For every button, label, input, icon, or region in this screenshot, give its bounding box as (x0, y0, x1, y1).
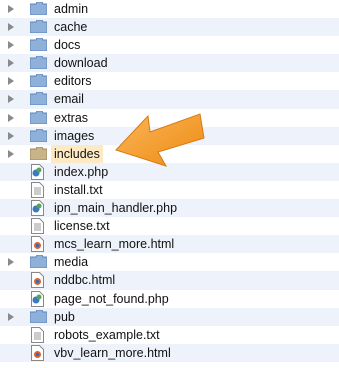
disclosure-triangle-icon[interactable] (8, 77, 14, 86)
list-item[interactable]: nddbc.html (0, 271, 339, 290)
disclosure-triangle-icon[interactable] (8, 59, 14, 68)
disclosure-triangle-icon[interactable] (8, 23, 14, 32)
list-item[interactable]: admin (0, 0, 339, 18)
list-item[interactable]: license.txt (0, 217, 339, 235)
text-file-icon (31, 326, 44, 343)
list-item[interactable]: docs (0, 36, 339, 54)
item-label: editors (54, 74, 92, 89)
item-label: media (54, 255, 89, 270)
list-item[interactable]: download (0, 54, 339, 73)
item-label: cache (54, 20, 88, 35)
item-label: pub (54, 309, 75, 324)
folder-icon (30, 20, 47, 34)
text-file-icon (31, 181, 44, 198)
callout-arrow-icon (115, 113, 205, 167)
list-item[interactable]: ipn_main_handler.php (0, 199, 339, 218)
folder-icon (30, 2, 47, 15)
html-file-icon (31, 272, 44, 289)
disclosure-triangle-icon[interactable] (8, 149, 14, 158)
list-item[interactable]: editors (0, 72, 339, 90)
item-label: docs (54, 38, 81, 53)
disclosure-triangle-icon[interactable] (8, 312, 14, 321)
folder-icon (30, 74, 47, 88)
item-label: email (54, 92, 84, 107)
item-label: nddbc.html (54, 273, 116, 288)
item-label: extras (54, 110, 89, 125)
disclosure-triangle-icon[interactable] (8, 5, 14, 13)
item-label: license.txt (54, 219, 110, 234)
item-label: images (54, 128, 95, 143)
item-label: vbv_learn_more.html (54, 345, 171, 360)
disclosure-triangle-icon[interactable] (8, 41, 14, 50)
item-label: index.php (54, 164, 109, 179)
item-label: mcs_learn_more.html (54, 237, 175, 252)
list-item[interactable]: robots_example.txt (0, 326, 339, 344)
list-item[interactable]: email (0, 90, 339, 109)
item-label: download (54, 56, 108, 71)
list-item[interactable]: install.txt (0, 181, 339, 199)
item-label: includes (51, 144, 103, 163)
folder-icon (30, 56, 47, 70)
folder-icon (30, 92, 47, 106)
item-label: robots_example.txt (54, 327, 160, 342)
folder-icon (30, 128, 47, 142)
item-label: admin (54, 2, 89, 16)
php-file-icon (31, 163, 44, 180)
disclosure-triangle-icon[interactable] (8, 113, 14, 122)
disclosure-triangle-icon[interactable] (8, 258, 14, 267)
list-item[interactable]: pub (0, 307, 339, 326)
list-item[interactable]: media (0, 253, 339, 271)
list-item[interactable]: cache (0, 18, 339, 37)
folder-icon (30, 38, 47, 52)
item-label: ipn_main_handler.php (54, 201, 178, 216)
folder-icon (30, 255, 47, 269)
disclosure-triangle-icon[interactable] (8, 95, 14, 104)
folder-icon (30, 309, 47, 323)
folder-icon (30, 146, 47, 160)
folder-icon (30, 110, 47, 124)
text-file-icon (31, 218, 44, 235)
html-file-icon (31, 344, 44, 361)
list-item[interactable]: mcs_learn_more.html (0, 235, 339, 254)
html-file-icon (31, 236, 44, 253)
list-item[interactable]: vbv_learn_more.html (0, 343, 339, 362)
list-item[interactable]: page_not_found.php (0, 290, 339, 308)
item-label: install.txt (54, 182, 103, 197)
php-file-icon (31, 200, 44, 217)
php-file-icon (31, 290, 44, 307)
disclosure-triangle-icon[interactable] (8, 131, 14, 140)
item-label: page_not_found.php (54, 291, 169, 306)
file-list: admin cache docs download editors email … (0, 0, 339, 362)
